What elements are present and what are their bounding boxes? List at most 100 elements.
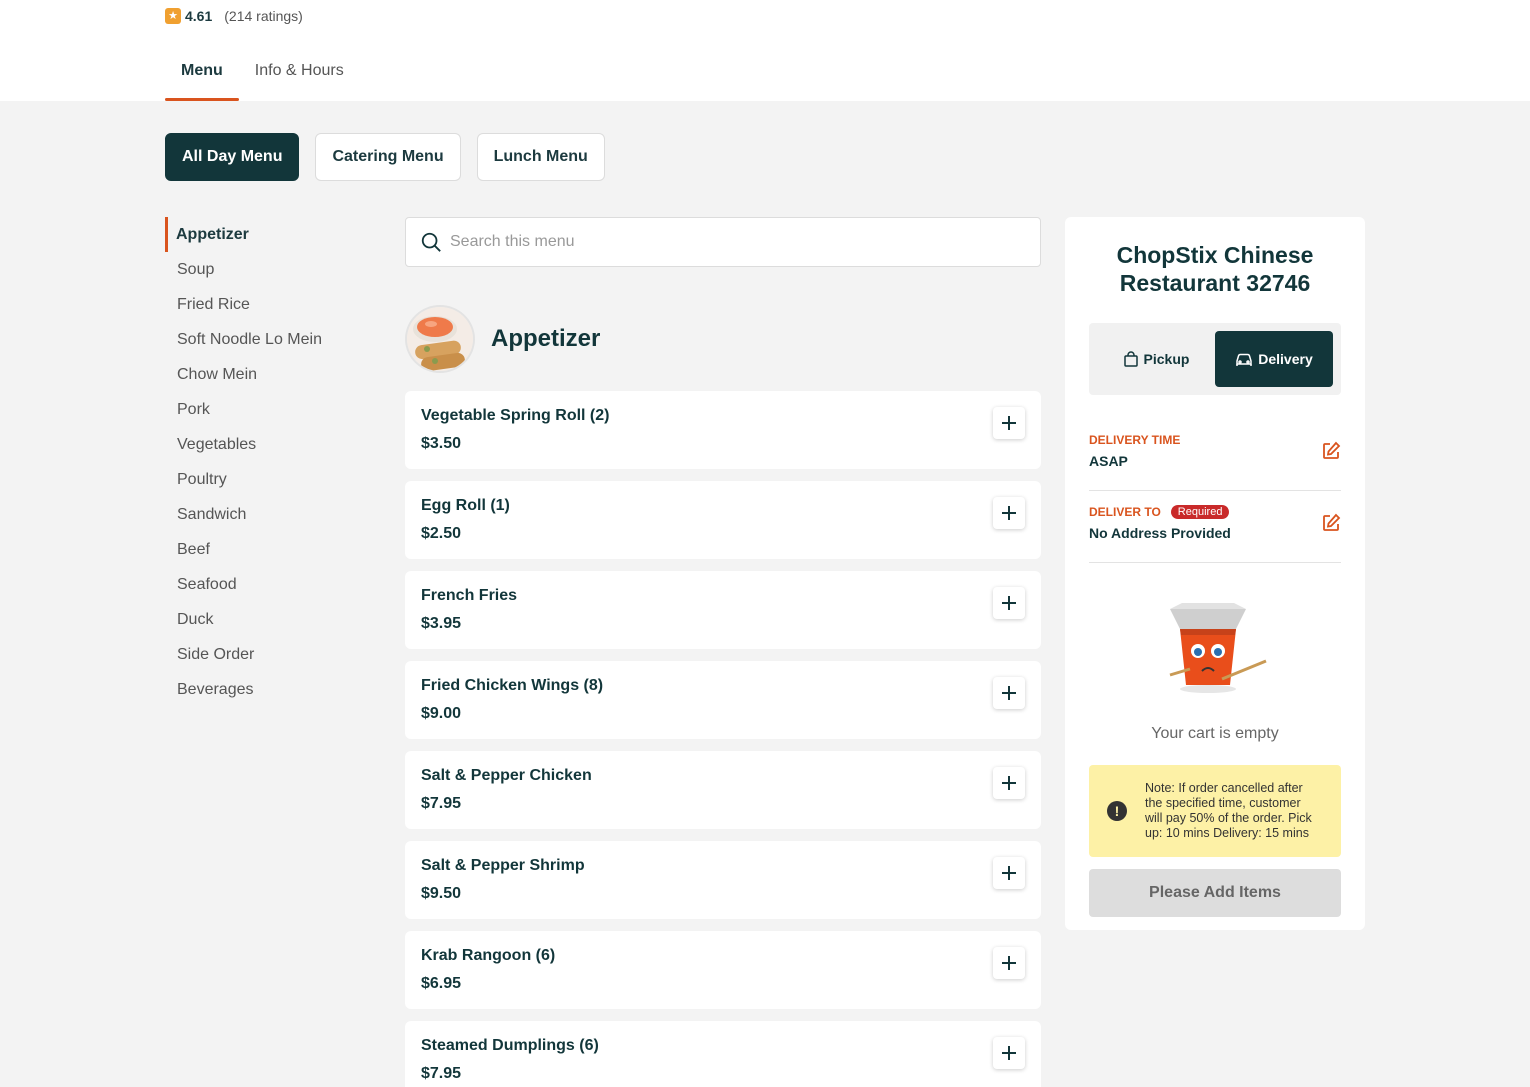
deliver-to-label: DELIVER TO: [1089, 505, 1161, 519]
section-title: Appetizer: [491, 325, 601, 352]
plus-icon: [1002, 1046, 1016, 1060]
search-input[interactable]: [450, 233, 1010, 251]
item-name: Salt & Pepper Shrimp: [421, 857, 585, 874]
delivery-label: Delivery: [1258, 351, 1313, 367]
item-price: $7.95: [421, 795, 462, 812]
order-mode-toggle: Pickup Delivery: [1089, 323, 1341, 395]
tab-menu[interactable]: Menu: [165, 52, 239, 101]
add-item-button[interactable]: [993, 857, 1025, 889]
item-name: Krab Rangoon (6): [421, 947, 556, 964]
rating-count: (214 ratings): [224, 8, 303, 24]
add-item-button[interactable]: [993, 497, 1025, 529]
menu-item[interactable]: Vegetable Spring Roll (2) $3.50: [405, 391, 1041, 469]
item-price: $3.95: [421, 615, 462, 632]
add-item-button[interactable]: [993, 947, 1025, 979]
takeout-box-mascot-icon: [1160, 599, 1270, 695]
item-price: $6.95: [421, 975, 462, 992]
deliver-to-label-wrap: DELIVER TO Required: [1089, 505, 1341, 519]
category-side-order[interactable]: Side Order: [165, 637, 385, 672]
add-item-button[interactable]: [993, 677, 1025, 709]
item-name: Steamed Dumplings (6): [421, 1037, 599, 1054]
menu-item[interactable]: Salt & Pepper Shrimp $9.50: [405, 841, 1041, 919]
plus-icon: [1002, 956, 1016, 970]
category-duck[interactable]: Duck: [165, 602, 385, 637]
item-name: French Fries: [421, 587, 518, 604]
restaurant-header: ★ 4.61 (214 ratings) Menu Info & Hours: [0, 0, 1530, 101]
item-name: Fried Chicken Wings (8): [421, 677, 604, 694]
delivery-time-row: DELIVERY TIME ASAP: [1089, 419, 1341, 491]
edit-icon: [1323, 513, 1341, 531]
category-beverages[interactable]: Beverages: [165, 672, 385, 707]
item-price: $7.95: [421, 1065, 462, 1082]
category-seafood[interactable]: Seafood: [165, 567, 385, 602]
menu-item[interactable]: Fried Chicken Wings (8) $9.00: [405, 661, 1041, 739]
add-item-button[interactable]: [993, 767, 1025, 799]
plus-icon: [1002, 596, 1016, 610]
plus-icon: [1002, 776, 1016, 790]
required-badge: Required: [1170, 505, 1230, 519]
plus-icon: [1002, 866, 1016, 880]
car-icon: [1236, 353, 1252, 366]
star-icon: ★: [165, 8, 181, 24]
cart-panel: ChopStix Chinese Restaurant 32746 Pickup…: [1065, 217, 1365, 930]
category-soup[interactable]: Soup: [165, 252, 385, 287]
category-nav: Appetizer Soup Fried Rice Soft Noodle Lo…: [165, 217, 385, 707]
menu-selector: All Day Menu Catering Menu Lunch Menu: [165, 133, 605, 181]
plus-icon: [1002, 416, 1016, 430]
section-header: Appetizer: [405, 305, 600, 373]
item-price: $9.00: [421, 705, 462, 722]
all-day-menu-button[interactable]: All Day Menu: [165, 133, 300, 181]
item-name: Vegetable Spring Roll (2): [421, 407, 610, 424]
plus-icon: [1002, 686, 1016, 700]
empty-cart-text: Your cart is empty: [1151, 725, 1279, 742]
rating-score: 4.61: [185, 8, 213, 24]
search-icon: [421, 232, 441, 252]
restaurant-name: ChopStix Chinese Restaurant 32746: [1116, 242, 1314, 296]
menu-item-list: Vegetable Spring Roll (2) $3.50 Egg Roll…: [405, 391, 1041, 1087]
delivery-time-label: DELIVERY TIME: [1089, 433, 1181, 447]
menu-item[interactable]: Krab Rangoon (6) $6.95: [405, 931, 1041, 1009]
deliver-to-row: DELIVER TO Required No Address Provided: [1089, 491, 1341, 563]
category-fried-rice[interactable]: Fried Rice: [165, 287, 385, 322]
edit-icon: [1323, 441, 1341, 459]
add-item-button[interactable]: [993, 1037, 1025, 1069]
add-item-button[interactable]: [993, 407, 1025, 439]
pickup-button[interactable]: Pickup: [1097, 331, 1215, 387]
item-price: $9.50: [421, 885, 462, 902]
catering-menu-button[interactable]: Catering Menu: [315, 133, 461, 181]
item-name: Salt & Pepper Chicken: [421, 767, 592, 784]
edit-delivery-time-button[interactable]: [1321, 441, 1341, 461]
menu-item[interactable]: French Fries $3.95: [405, 571, 1041, 649]
checkout-button[interactable]: Please Add Items: [1089, 869, 1341, 917]
pickup-label: Pickup: [1143, 351, 1190, 367]
item-price: $2.50: [421, 525, 462, 542]
shopping-bag-icon: [1123, 351, 1138, 367]
category-appetizer[interactable]: Appetizer: [165, 217, 385, 252]
category-soft-noodle-lo-mein[interactable]: Soft Noodle Lo Mein: [165, 322, 385, 357]
item-name: Egg Roll (1): [421, 497, 510, 514]
menu-item[interactable]: Salt & Pepper Chicken $7.95: [405, 751, 1041, 829]
lunch-menu-button[interactable]: Lunch Menu: [476, 133, 605, 181]
alert-icon: !: [1107, 801, 1127, 821]
note-text: Note: If order cancelled after the speci…: [1145, 781, 1312, 840]
category-poultry[interactable]: Poultry: [165, 462, 385, 497]
tab-info-hours[interactable]: Info & Hours: [239, 52, 360, 101]
rating: ★ 4.61 (214 ratings): [165, 8, 303, 24]
category-sandwich[interactable]: Sandwich: [165, 497, 385, 532]
plus-icon: [1002, 506, 1016, 520]
cancellation-note: ! Note: If order cancelled after the spe…: [1089, 765, 1341, 857]
category-pork[interactable]: Pork: [165, 392, 385, 427]
category-vegetables[interactable]: Vegetables: [165, 427, 385, 462]
category-beef[interactable]: Beef: [165, 532, 385, 567]
item-price: $3.50: [421, 435, 462, 452]
delivery-button[interactable]: Delivery: [1215, 331, 1333, 387]
category-chow-mein[interactable]: Chow Mein: [165, 357, 385, 392]
edit-address-button[interactable]: [1321, 513, 1341, 533]
header-tabs: Menu Info & Hours: [165, 52, 360, 101]
menu-search: [405, 217, 1041, 267]
menu-item[interactable]: Steamed Dumplings (6) $7.95: [405, 1021, 1041, 1087]
appetizer-section-image: [405, 305, 475, 373]
menu-item[interactable]: Egg Roll (1) $2.50: [405, 481, 1041, 559]
add-item-button[interactable]: [993, 587, 1025, 619]
delivery-time-value: ASAP: [1089, 453, 1128, 469]
